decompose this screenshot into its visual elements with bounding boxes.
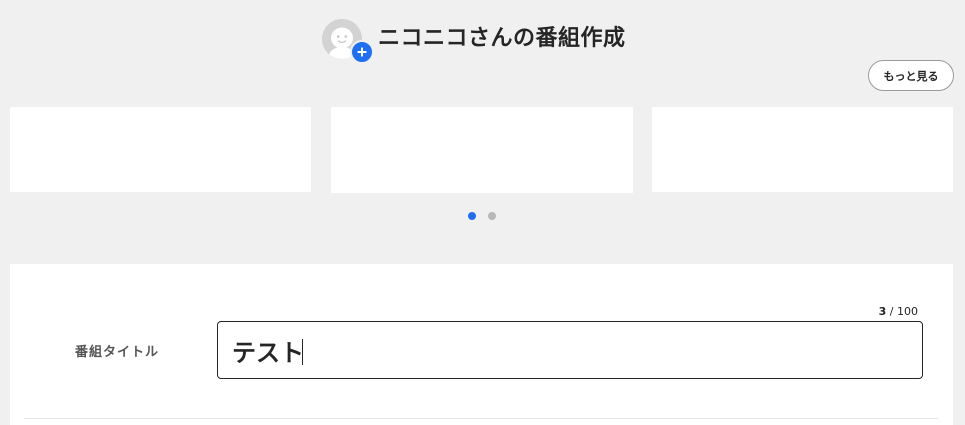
carousel-card[interactable] <box>652 107 953 192</box>
char-count-separator: / <box>889 305 894 318</box>
char-counter: 3 / 100 <box>879 305 918 318</box>
page-header: ニコニコさんの番組作成 <box>0 18 965 64</box>
avatar-add-button[interactable] <box>322 19 374 64</box>
carousel-dot-active[interactable] <box>468 212 476 220</box>
carousel-card[interactable] <box>331 107 633 193</box>
program-title-input[interactable] <box>217 321 923 379</box>
char-count-max: 100 <box>897 305 918 318</box>
program-form-panel: 3 / 100 番組タイトル <box>10 264 953 425</box>
program-title-label: 番組タイトル <box>75 345 160 360</box>
plus-icon <box>350 40 374 64</box>
char-count-current: 3 <box>878 305 887 318</box>
page-title: ニコニコさんの番組作成 <box>378 26 626 51</box>
carousel-card[interactable] <box>10 107 311 192</box>
text-caret <box>302 339 303 365</box>
more-button[interactable]: もっと見る <box>868 60 954 91</box>
divider <box>24 418 938 419</box>
carousel-dot[interactable] <box>488 212 496 220</box>
